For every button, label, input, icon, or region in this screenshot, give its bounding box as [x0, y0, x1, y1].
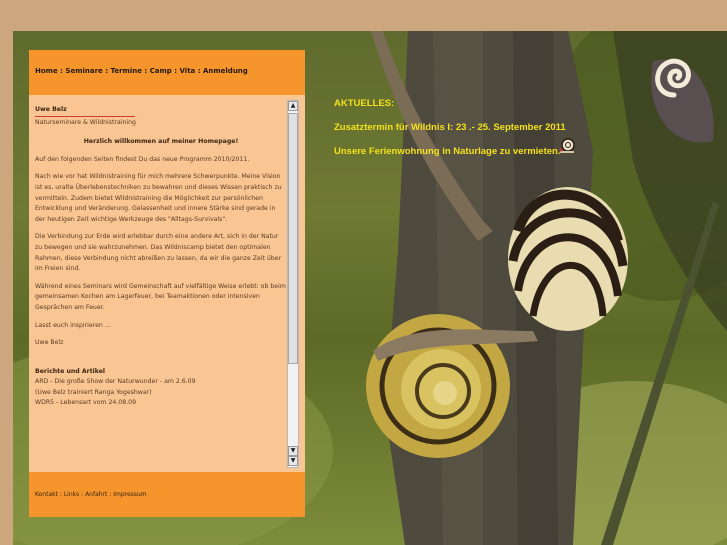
news-heading: AKTUELLES:	[334, 98, 395, 109]
scrollable-text[interactable]: Uwe Belz Naturseminare & Wildnistraining…	[35, 105, 287, 465]
nav-item-seminare[interactable]: Seminare	[65, 67, 102, 75]
news-item-ferienwohnung[interactable]: Unsere Ferienwohnung in Naturlage zu ver…	[334, 146, 560, 157]
nav-separator: :	[195, 67, 203, 75]
scroll-down-icon[interactable]: ▼	[288, 456, 298, 466]
paragraph: Nach wie vor hat Wildnistraining für mic…	[35, 173, 282, 223]
spiral-snail-logo-icon[interactable]	[652, 55, 696, 99]
footer-item-impressum[interactable]: Impressum	[113, 491, 146, 498]
snail-icon	[558, 136, 576, 156]
footer-navigation: Kontakt : Links : Anfahrt : Impressum	[29, 472, 305, 517]
author-name: Uwe Belz	[35, 106, 67, 113]
main-panel: Home : Seminare : Termine : Camp : Vita …	[29, 50, 305, 517]
footer-item-anfahrt[interactable]: Anfahrt	[85, 491, 107, 498]
nav-item-camp[interactable]: Camp	[150, 67, 172, 75]
nav-item-anmeldung[interactable]: Anmeldung	[203, 67, 248, 75]
paragraph: Lasst euch inspirieren ...	[35, 321, 111, 329]
article-link[interactable]: ARD - Die große Show der Naturwunder - a…	[35, 377, 287, 388]
articles-heading: Berichte und Artikel	[35, 367, 106, 375]
subtitle: Naturseminare & Wildnistraining	[35, 118, 136, 126]
nav-item-home[interactable]: Home	[35, 67, 58, 75]
news-item-zusatztermin[interactable]: Zusatztermin für Wildnis I: 23 .- 25. Se…	[334, 122, 566, 133]
paragraph: Die Verbindung zur Erde wird erlebbar du…	[35, 233, 282, 273]
name-underline	[35, 115, 135, 117]
scroll-down-icon[interactable]: ▼	[288, 446, 298, 456]
nav-item-vita[interactable]: Vita	[180, 67, 196, 75]
scroll-up-icon[interactable]: ▲	[288, 101, 298, 111]
article-link[interactable]: WDR5 - Lebensart vom 24.08.09	[35, 398, 287, 409]
paragraph: Auf den folgenden Seiten findest Du das …	[35, 155, 250, 163]
vertical-scrollbar[interactable]: ▲ ▼ ▼	[287, 100, 299, 468]
content-area: Uwe Belz Naturseminare & Wildnistraining…	[29, 95, 305, 472]
welcome-heading: Herzlich willkommen auf meiner Homepage!	[83, 138, 239, 146]
nav-item-termine[interactable]: Termine	[110, 67, 141, 75]
nav-separator: :	[141, 67, 150, 75]
nav-links: Home : Seminare : Termine : Camp : Vita …	[35, 67, 248, 75]
article-note: (Uwe Belz trainiert Ranga Yogeshwar)	[35, 388, 152, 396]
nav-separator: :	[171, 67, 180, 75]
footer-item-kontakt[interactable]: Kontakt	[35, 491, 58, 498]
signature: Uwe Belz	[35, 339, 64, 347]
footer-item-links[interactable]: Links	[64, 491, 79, 498]
top-navigation: Home : Seminare : Termine : Camp : Vita …	[29, 50, 305, 95]
footer-links: Kontakt : Links : Anfahrt : Impressum	[35, 491, 147, 498]
paragraph: Während eines Seminars wird Gemeinschaft…	[35, 282, 286, 311]
scrollbar-thumb[interactable]	[288, 113, 298, 364]
